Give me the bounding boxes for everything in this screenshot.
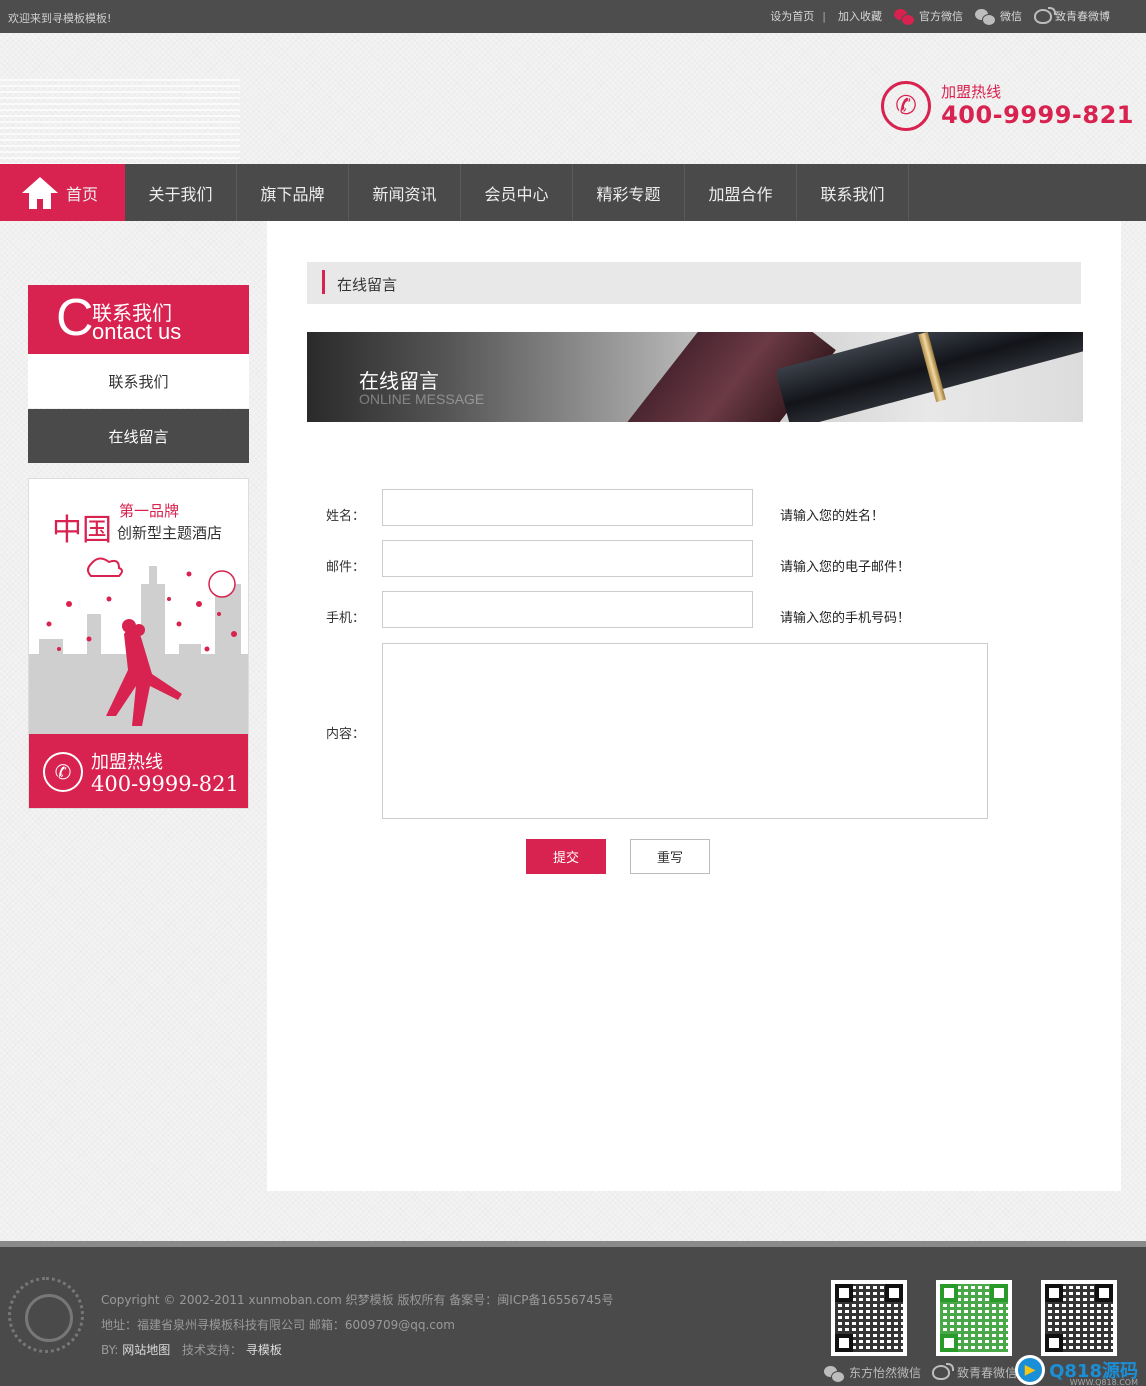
banner-subtitle: ONLINE MESSAGE	[359, 391, 485, 407]
footer-wechat-label: 东方怡然微信	[849, 1366, 922, 1380]
sidebar-heading-en: ontact us	[92, 319, 182, 344]
email-label: 邮件：	[326, 560, 366, 575]
footer-links: BY: 网站地图 技术支持： 寻模板	[101, 1341, 282, 1358]
sidebar-heading: C 联系我们 ontact us	[28, 285, 249, 354]
nav-item-news[interactable]: 新闻资讯	[349, 164, 461, 221]
play-icon: ▶	[1015, 1355, 1046, 1385]
email-hint: 请输入您的电子邮件！	[780, 560, 911, 575]
promo-hotline: ✆ 加盟热线 400-9999-821	[29, 734, 248, 808]
name-hint: 请输入您的姓名！	[780, 509, 885, 524]
qr-code	[1041, 1280, 1117, 1356]
promo-china: 中国	[52, 513, 112, 548]
header: ✆ 加盟热线 400-9999-821	[0, 33, 1146, 165]
content-label: 内容：	[326, 727, 366, 742]
footer-by-label: BY:	[101, 1343, 119, 1357]
logo[interactable]	[0, 75, 240, 165]
footer-wechat[interactable]: 东方怡然微信	[824, 1364, 922, 1383]
nav-item-members[interactable]: 会员中心	[461, 164, 573, 221]
breadcrumb: 在线留言	[307, 262, 1081, 304]
wechat-icon	[975, 8, 996, 26]
set-home-link[interactable]: 设为首页	[770, 8, 814, 24]
content-textarea[interactable]	[382, 643, 988, 819]
main-content: 在线留言 在线留言 ONLINE MESSAGE 姓名： 请输入您的姓名！ 邮件…	[267, 221, 1121, 1191]
nav-item-home[interactable]: 首页	[0, 164, 125, 221]
name-label: 姓名：	[326, 509, 366, 524]
phone-icon: ✆	[43, 752, 83, 792]
weibo-icon	[1034, 6, 1056, 24]
phone-hint: 请输入您的手机号码！	[780, 611, 911, 626]
sitemap-link[interactable]: 网站地图	[122, 1343, 170, 1357]
promo-tag1: 第一品牌	[119, 502, 180, 520]
footer-address: 地址：福建省泉州寻模板科技有限公司 邮箱：6009709@qq.com	[101, 1318, 455, 1332]
footer-copyright: Copyright © 2002-2011 xunmoban.com 织梦模板 …	[101, 1293, 614, 1307]
nav-item-contact[interactable]: 联系我们	[797, 164, 909, 221]
top-bar: 欢迎来到寻模板模板! 设为首页 | 加入收藏 官方微信 微信 致青春微博	[0, 0, 1146, 33]
official-wechat-label: 官方微信	[919, 10, 963, 23]
top-separator: |	[822, 9, 826, 23]
name-field[interactable]	[382, 489, 753, 526]
nav-item-join[interactable]: 加盟合作	[685, 164, 797, 221]
home-icon	[22, 176, 58, 209]
hotline-label: 加盟热线	[941, 83, 1002, 101]
nav-label: 首页	[66, 184, 99, 204]
weibo-icon	[932, 1363, 954, 1380]
support-link[interactable]: 寻模板	[246, 1343, 282, 1357]
promo-hotline-number: 400-9999-821	[91, 772, 239, 796]
footer-weibo-label: 致青春微信	[957, 1366, 1018, 1380]
reset-button[interactable]: 重写	[630, 839, 710, 874]
weibo-link[interactable]: 致青春微博	[1034, 6, 1110, 24]
wechat-icon	[824, 1365, 845, 1383]
promo-tag2: 创新型主题酒店	[117, 524, 223, 542]
page-banner: 在线留言 ONLINE MESSAGE	[307, 332, 1083, 422]
city-couple-illustration	[29, 557, 248, 736]
header-hotline: ✆ 加盟热线 400-9999-821	[881, 81, 1134, 131]
wechat-label: 微信	[1000, 10, 1022, 23]
top-links: 设为首页 | 加入收藏 官方微信 微信 致青春微博	[758, 6, 1110, 26]
weibo-label: 致青春微博	[1055, 10, 1110, 23]
main-nav: 首页 关于我们 旗下品牌 新闻资讯 会员中心 精彩专题 加盟合作 联系我们	[0, 164, 1146, 221]
footer-support-label: 技术支持：	[182, 1343, 243, 1357]
watermark-url: WWW.Q818.COM	[1069, 1378, 1138, 1386]
footer: Copyright © 2002-2011 xunmoban.com 织梦模板 …	[0, 1241, 1146, 1386]
favorite-link[interactable]: 加入收藏	[838, 8, 882, 24]
breadcrumb-marker	[322, 270, 325, 294]
hotline-number: 400-9999-821	[941, 101, 1134, 129]
phone-field[interactable]	[382, 591, 753, 628]
sidebar-item-contact[interactable]: 联系我们	[28, 354, 249, 408]
promo-banner[interactable]: 中国 第一品牌 创新型主题酒店 ✆ 加盟热线 400-9999-821	[28, 478, 249, 809]
qr-code	[831, 1280, 907, 1356]
nav-item-brands[interactable]: 旗下品牌	[237, 164, 349, 221]
submit-button[interactable]: 提交	[526, 839, 606, 874]
welcome-text: 欢迎来到寻模板模板!	[8, 12, 112, 25]
banner-title: 在线留言	[359, 369, 439, 393]
footer-emblem	[8, 1277, 84, 1353]
phone-label: 手机：	[326, 611, 366, 626]
footer-weibo[interactable]: 致青春微信	[932, 1363, 1018, 1381]
sidebar-heading-letter: C	[56, 289, 94, 347]
nav-item-topics[interactable]: 精彩专题	[573, 164, 685, 221]
breadcrumb-title: 在线留言	[337, 276, 398, 294]
nav-item-about[interactable]: 关于我们	[125, 164, 237, 221]
promo-hotline-label: 加盟热线	[91, 752, 163, 773]
qr-code	[936, 1280, 1012, 1356]
wechat-icon	[894, 8, 915, 26]
sidebar-item-message[interactable]: 在线留言	[28, 409, 249, 463]
wechat-link[interactable]: 微信	[975, 8, 1022, 26]
phone-icon: ✆	[881, 81, 932, 131]
official-wechat-link[interactable]: 官方微信	[894, 8, 963, 26]
email-field[interactable]	[382, 540, 753, 577]
